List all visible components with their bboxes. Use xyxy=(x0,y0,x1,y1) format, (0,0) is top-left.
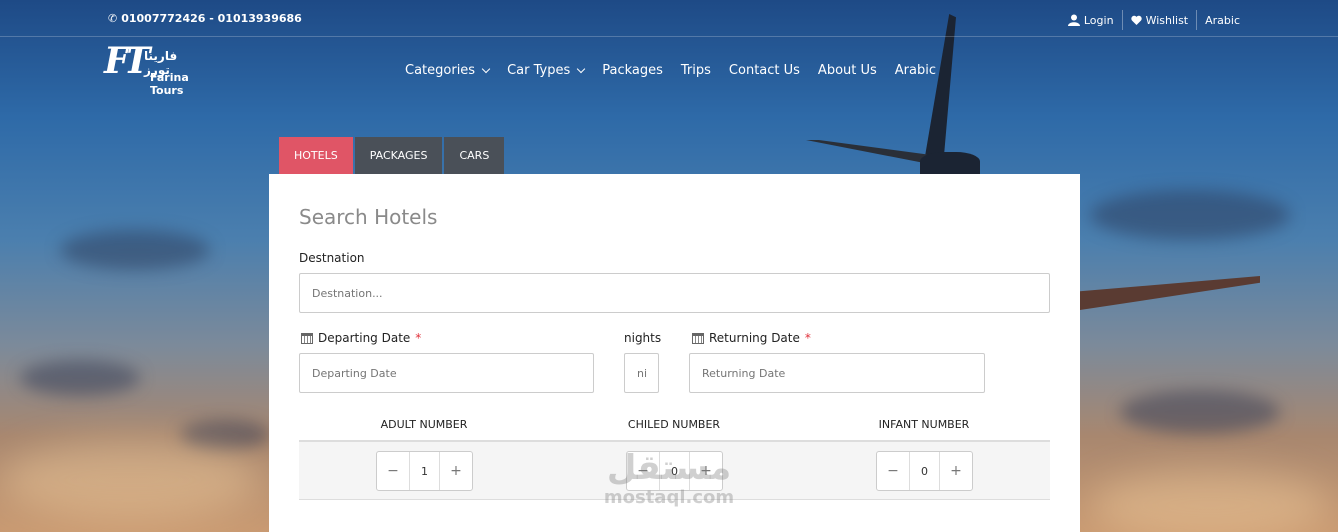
wishlist-link[interactable]: Wishlist xyxy=(1123,10,1198,30)
nav-packages[interactable]: Packages xyxy=(602,63,663,78)
phone-contact: ✆ 01007772426 - 01013939686 xyxy=(108,12,302,25)
main-nav: Categories Car Types Packages Trips Cont… xyxy=(405,63,936,78)
phone-number: 01007772426 - 01013939686 xyxy=(121,12,302,25)
wishlist-label: Wishlist xyxy=(1145,13,1189,27)
adult-number-label: ADULT NUMBER xyxy=(380,418,468,431)
login-link[interactable]: Login xyxy=(1060,10,1123,30)
infant-number-label: INFANT NUMBER xyxy=(878,418,970,431)
heart-icon xyxy=(1130,15,1142,25)
returning-date-label: Returning Date * xyxy=(692,331,811,345)
airplane-tail xyxy=(922,14,956,174)
watermark-english: mostaql.com xyxy=(603,487,735,508)
returning-label-text: Returning Date xyxy=(709,331,800,345)
departing-date-label: Departing Date * xyxy=(301,331,421,345)
nav-car-types[interactable]: Car Types xyxy=(507,63,586,78)
top-bar: ✆ 01007772426 - 01013939686 Login Wishli… xyxy=(0,0,1338,37)
sunset-glow xyxy=(0,440,260,520)
cloud xyxy=(20,360,140,396)
required-mark: * xyxy=(415,331,422,345)
returning-date-input[interactable] xyxy=(689,353,985,393)
destination-label: Destnation xyxy=(299,251,365,265)
phone-icon: ✆ xyxy=(108,12,118,25)
infant-stepper: − 0 + xyxy=(876,451,973,491)
child-number-label: CHILED NUMBER xyxy=(627,418,721,431)
user-icon xyxy=(1067,14,1080,26)
top-links: Login Wishlist Arabic xyxy=(1060,10,1240,30)
panel-title: Search Hotels xyxy=(299,205,438,229)
nav-categories[interactable]: Categories xyxy=(405,63,491,78)
plus-icon[interactable]: + xyxy=(440,452,472,490)
infant-value[interactable]: 0 xyxy=(909,452,940,490)
language-label: Arabic xyxy=(1205,13,1240,27)
plus-icon[interactable]: + xyxy=(940,452,972,490)
adult-stepper: − 1 + xyxy=(376,451,473,491)
nav-contact[interactable]: Contact Us xyxy=(729,63,800,78)
nights-label: nights xyxy=(624,331,661,345)
departing-date-input[interactable] xyxy=(299,353,594,393)
search-tabs: HOTELS PACKAGES CARS xyxy=(279,137,505,174)
tab-packages[interactable]: PACKAGES xyxy=(354,137,443,174)
sunset-glow xyxy=(1090,470,1330,532)
destination-input[interactable] xyxy=(299,273,1050,313)
guest-count-header: ADULT NUMBER CHILED NUMBER INFANT NUMBER xyxy=(299,414,1050,442)
watermark: مستقل mostaql.com xyxy=(598,448,740,508)
nav-about[interactable]: About Us xyxy=(818,63,877,78)
chevron-down-icon xyxy=(481,64,491,73)
nav-trips[interactable]: Trips xyxy=(681,63,711,78)
logo[interactable]: FT فارينا تورز Farina Tours xyxy=(104,40,204,97)
minus-icon[interactable]: − xyxy=(877,452,909,490)
cloud xyxy=(60,230,210,270)
adult-value[interactable]: 1 xyxy=(409,452,440,490)
cloud xyxy=(1090,190,1290,240)
login-label: Login xyxy=(1083,13,1114,27)
nav-car-types-label: Car Types xyxy=(507,63,571,78)
cloud xyxy=(1120,390,1280,434)
nav-categories-label: Categories xyxy=(405,63,476,78)
tab-cars[interactable]: CARS xyxy=(444,137,505,174)
departing-label-text: Departing Date xyxy=(318,331,411,345)
required-mark: * xyxy=(804,331,811,345)
destination-label-text: Destnation xyxy=(299,251,365,265)
calendar-icon xyxy=(301,332,313,344)
tab-hotels[interactable]: HOTELS xyxy=(279,137,353,174)
nights-input[interactable] xyxy=(624,353,659,393)
nav-arabic[interactable]: Arabic xyxy=(895,63,936,78)
nights-label-text: nights xyxy=(624,331,662,345)
minus-icon[interactable]: − xyxy=(377,452,409,490)
logo-mark: FT xyxy=(104,40,150,82)
airplane-body xyxy=(920,152,980,176)
calendar-icon xyxy=(692,332,704,344)
chevron-down-icon xyxy=(576,64,586,73)
airplane-wing xyxy=(1080,276,1260,310)
watermark-arabic: مستقل xyxy=(606,448,732,488)
language-link[interactable]: Arabic xyxy=(1197,10,1240,30)
logo-english-text: Farina Tours xyxy=(150,71,189,97)
